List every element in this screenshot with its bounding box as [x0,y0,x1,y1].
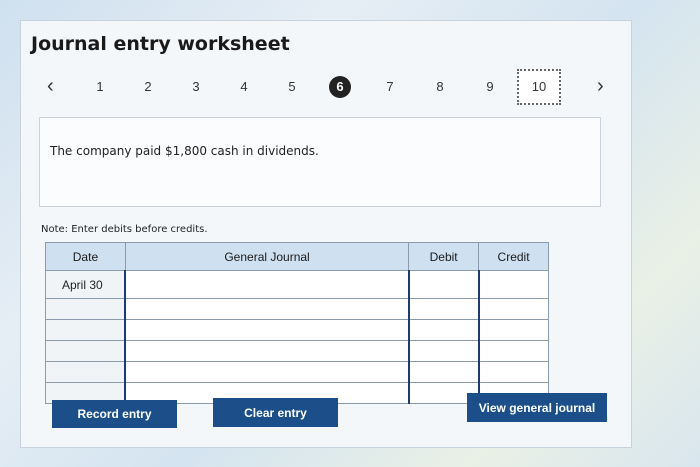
chevron-left-icon[interactable]: ‹ [47,75,54,98]
step-6-active[interactable]: 6 [329,76,351,98]
table-row: April 30 [45,270,549,299]
table-header: Date General Journal Debit Credit [45,242,549,271]
table-row [45,340,549,362]
date-cell[interactable] [45,340,126,362]
header-date: Date [45,242,126,271]
account-input[interactable] [124,298,410,320]
account-input[interactable] [124,270,410,299]
record-entry-button[interactable]: Record entry [52,400,177,428]
header-debit: Debit [408,242,480,271]
credit-input[interactable] [477,298,549,320]
step-2[interactable]: 2 [137,79,159,94]
credit-input[interactable] [477,340,549,362]
debit-input[interactable] [407,361,480,383]
date-cell[interactable] [45,298,126,320]
note-text: Note: Enter debits before credits. [41,224,208,235]
date-cell[interactable] [45,361,126,383]
account-input[interactable] [124,319,410,341]
debit-input[interactable] [407,319,480,341]
credit-input[interactable] [477,270,549,299]
clear-entry-button[interactable]: Clear entry [213,398,338,427]
account-input[interactable] [124,340,410,362]
table-row [45,319,549,341]
table-row [45,298,549,320]
date-cell[interactable] [45,319,126,341]
transaction-prompt: The company paid $1,800 cash in dividend… [39,117,601,207]
page-title: Journal entry worksheet [31,33,290,55]
view-general-journal-button[interactable]: View general journal [467,393,607,422]
account-input[interactable] [124,361,410,383]
step-3[interactable]: 3 [185,79,207,94]
credit-input[interactable] [477,319,549,341]
step-pager: ‹ 1 2 3 4 5 6 7 8 9 10 › [31,69,621,105]
step-4[interactable]: 4 [233,79,255,94]
step-8[interactable]: 8 [429,79,451,94]
table-row [45,361,549,383]
debit-input[interactable] [407,298,480,320]
step-9[interactable]: 9 [479,79,501,94]
step-1[interactable]: 1 [89,79,111,94]
step-7[interactable]: 7 [379,79,401,94]
step-5[interactable]: 5 [281,79,303,94]
step-10[interactable]: 10 [517,69,561,105]
date-cell[interactable]: April 30 [45,270,126,299]
journal-table: Date General Journal Debit Credit April … [45,242,549,404]
header-credit: Credit [478,242,549,271]
header-general-journal: General Journal [124,242,410,271]
prompt-text: The company paid $1,800 cash in dividend… [50,144,319,158]
journal-entry-worksheet: Journal entry worksheet ‹ 1 2 3 4 5 6 7 … [20,20,632,448]
credit-input[interactable] [477,361,549,383]
chevron-right-icon[interactable]: › [597,75,604,98]
debit-input[interactable] [407,340,480,362]
debit-input[interactable] [407,270,480,299]
